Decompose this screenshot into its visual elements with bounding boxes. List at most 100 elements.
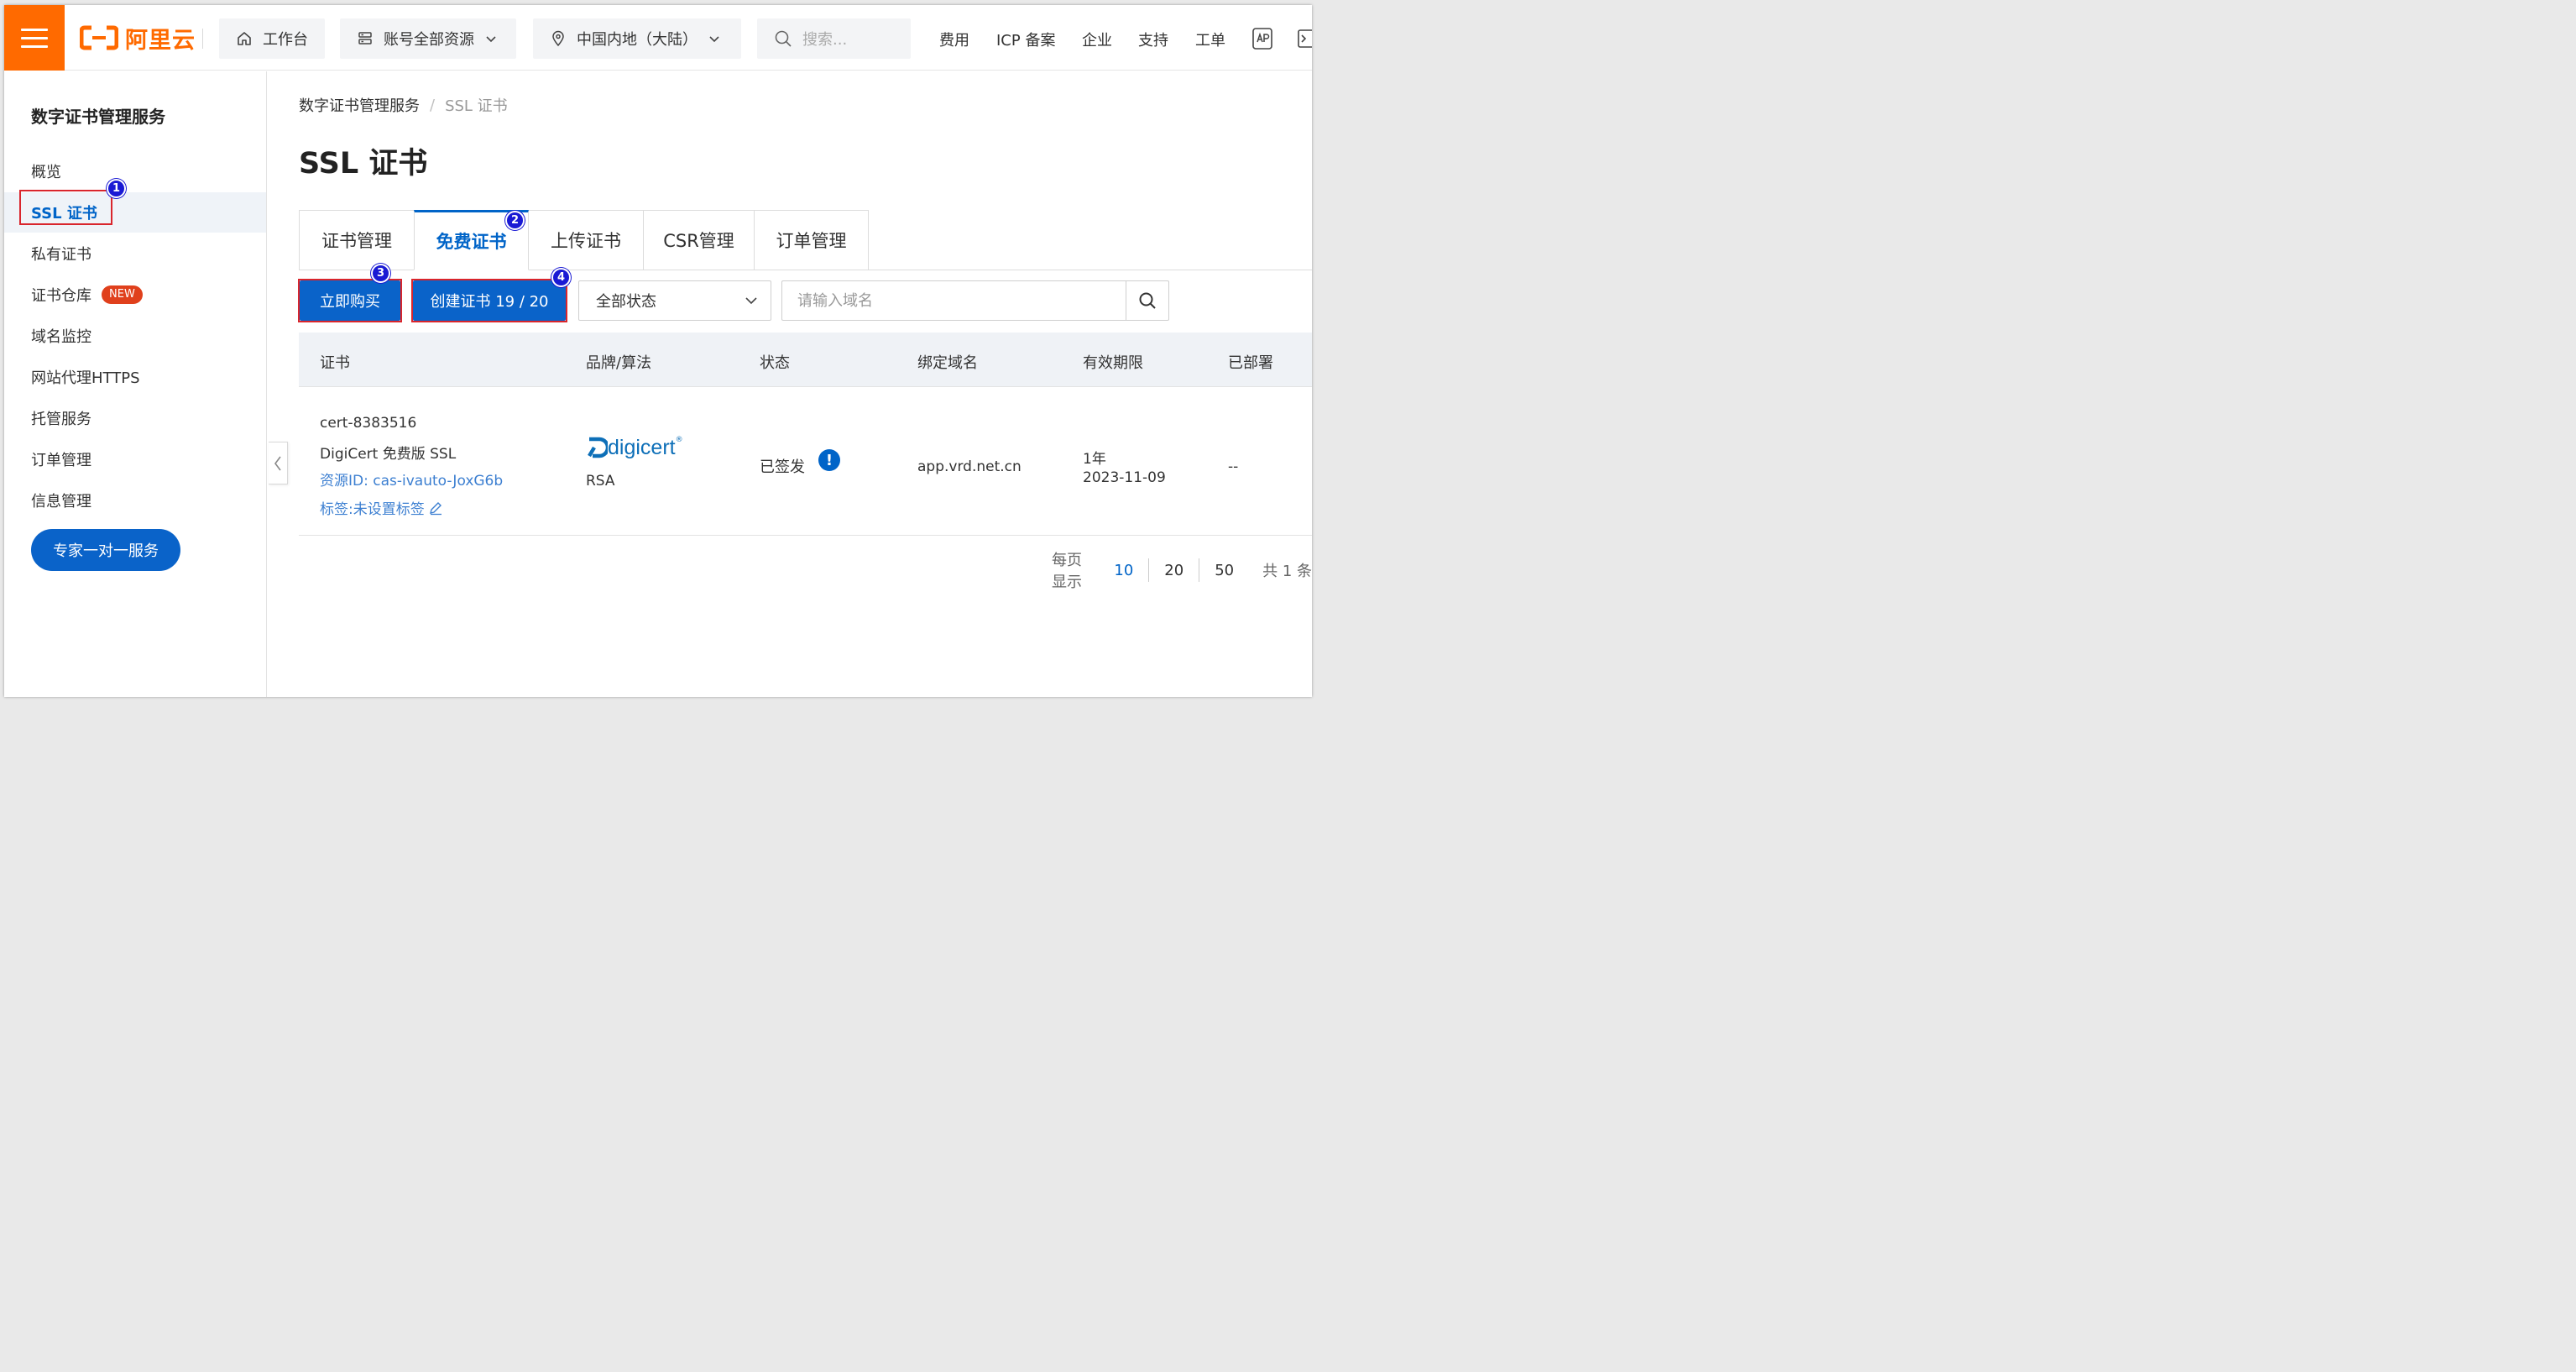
hamburger-menu-button[interactable] <box>4 5 65 71</box>
region-dropdown[interactable]: 中国内地（大陆） <box>533 18 741 59</box>
sidebar-item-certificate-repository[interactable]: 证书仓库 NEW <box>4 275 266 315</box>
chevron-down-icon <box>709 36 719 43</box>
app-icon[interactable] <box>1251 27 1273 50</box>
nav-support[interactable]: 支持 <box>1138 29 1168 50</box>
page-size-label: 每页显示 <box>1052 552 1082 591</box>
tab-upload-certificate[interactable]: 上传证书 <box>528 210 644 270</box>
home-icon <box>238 32 251 45</box>
column-header-brand: 品牌/算法 <box>586 354 652 372</box>
bound-domain: app.vrd.net.cn <box>917 458 1022 475</box>
nav-icp[interactable]: ICP 备案 <box>996 29 1055 50</box>
breadcrumb: 数字证书管理服务 / SSL 证书 <box>299 94 508 116</box>
resources-dropdown[interactable]: 账号全部资源 <box>340 18 516 59</box>
pagination: 每页显示 10 20 50 共 1 条 <box>1052 552 1312 591</box>
step-marker-4: 4 <box>551 268 571 287</box>
tab-certificate-management[interactable]: 证书管理 <box>299 210 415 270</box>
status-info-icon[interactable]: ! <box>818 449 840 471</box>
aliyun-logo[interactable]: 阿里云 <box>80 24 196 54</box>
sidebar-title: 数字证书管理服务 <box>31 107 165 127</box>
page-size-20[interactable]: 20 <box>1148 558 1199 582</box>
resources-label: 账号全部资源 <box>384 31 474 49</box>
sidebar-item-label: 信息管理 <box>31 493 91 511</box>
sidebar-item-order-management[interactable]: 订单管理 <box>4 439 266 479</box>
workbench-label: 工作台 <box>263 31 308 49</box>
location-pin-icon <box>552 30 564 47</box>
cert-name: DigiCert 免费版 SSL <box>320 446 457 463</box>
console-window: 阿里云 工作台 账号全部资源 中国内地（大陆） 搜索... 费用 ICP 备案 … <box>4 5 1312 697</box>
step-marker-3: 3 <box>371 264 390 283</box>
step-marker-1: 1 <box>107 179 126 198</box>
sidebar-collapse-handle[interactable] <box>269 442 288 484</box>
nav-ticket[interactable]: 工单 <box>1195 29 1225 50</box>
terminal-icon[interactable] <box>1297 29 1312 49</box>
sidebar-item-label: 订单管理 <box>31 452 91 469</box>
sidebar-item-label: 托管服务 <box>31 411 91 428</box>
menu-line <box>21 28 48 31</box>
sidebar-item-label: 证书仓库 <box>31 287 91 305</box>
menu-line <box>21 36 48 39</box>
search-icon <box>1139 292 1156 309</box>
sidebar-item-overview[interactable]: 概览 <box>4 151 266 191</box>
status-text: 已签发 <box>760 458 805 476</box>
domain-search-button[interactable] <box>1126 280 1169 321</box>
sidebar-item-label: 域名监控 <box>31 328 91 346</box>
aliyun-logo-icon <box>80 25 118 50</box>
top-navigation-bar: 阿里云 工作台 账号全部资源 中国内地（大陆） 搜索... 费用 ICP 备案 … <box>4 5 1312 71</box>
region-label: 中国内地（大陆） <box>577 31 698 49</box>
table-header: 证书 品牌/算法 状态 绑定域名 有效期限 已部署 <box>299 333 1312 387</box>
sidebar-item-label: 概览 <box>31 164 61 181</box>
deployed-value: -- <box>1228 458 1239 475</box>
logo-text: 阿里云 <box>125 27 196 54</box>
trademark-symbol: ® <box>675 436 683 444</box>
breadcrumb-separator: / <box>430 96 436 114</box>
column-header-certificate: 证书 <box>320 354 350 372</box>
divider <box>202 29 203 49</box>
page-size-50[interactable]: 50 <box>1199 558 1249 582</box>
tab-order-management[interactable]: 订单管理 <box>754 210 869 270</box>
column-header-domain: 绑定域名 <box>917 354 978 372</box>
sidebar-item-private-certificates[interactable]: 私有证书 <box>4 233 266 274</box>
global-search-input[interactable]: 搜索... <box>757 18 911 59</box>
status-filter-select[interactable]: 全部状态 <box>578 280 771 321</box>
digicert-logo-mark <box>588 437 608 458</box>
sidebar-item-label: 私有证书 <box>31 246 91 264</box>
chevron-left-icon <box>274 456 281 470</box>
tags-label: 标签:未设置标签 <box>320 501 425 518</box>
search-placeholder: 搜索... <box>802 31 848 49</box>
sidebar-item-domain-monitoring[interactable]: 域名监控 <box>4 316 266 356</box>
page-size-10[interactable]: 10 <box>1099 558 1148 582</box>
expert-service-button[interactable]: 专家一对一服务 <box>31 529 180 571</box>
sidebar-item-info-management[interactable]: 信息管理 <box>4 480 266 521</box>
status-filter-value: 全部状态 <box>596 293 656 311</box>
column-header-status: 状态 <box>760 354 790 372</box>
highlight-box-create <box>411 279 567 322</box>
domain-search-input[interactable] <box>781 280 1126 321</box>
sidebar-item-managed-service[interactable]: 托管服务 <box>4 398 266 438</box>
digicert-logo: digicert ® <box>586 436 683 459</box>
chevron-down-icon <box>486 36 496 43</box>
search-icon <box>775 30 792 47</box>
resource-id-link[interactable]: 资源ID: cas-ivauto-JoxG6b <box>320 469 503 490</box>
nav-enterprise[interactable]: 企业 <box>1082 29 1112 50</box>
sidebar-item-https-proxy[interactable]: 网站代理HTTPS <box>4 357 266 397</box>
total-count: 共 1 条 <box>1262 563 1312 580</box>
tab-csr-management[interactable]: CSR管理 <box>643 210 755 270</box>
expiry-date: 2023-11-09 <box>1083 469 1166 486</box>
breadcrumb-current: SSL 证书 <box>445 97 508 115</box>
workbench-button[interactable]: 工作台 <box>219 18 325 59</box>
column-header-validity: 有效期限 <box>1083 354 1143 372</box>
nav-billing[interactable]: 费用 <box>939 29 969 50</box>
highlight-box-buy <box>298 279 402 322</box>
tags-edit-link[interactable]: 标签:未设置标签 <box>320 497 443 518</box>
validity-period: 1年 <box>1083 451 1106 468</box>
table-row: cert-8383516 DigiCert 免费版 SSL 资源ID: cas-… <box>299 387 1312 536</box>
highlight-box-ssl <box>19 190 112 225</box>
cert-id: cert-8383516 <box>320 415 417 432</box>
server-icon <box>358 32 372 45</box>
breadcrumb-root[interactable]: 数字证书管理服务 <box>299 94 420 116</box>
menu-line <box>21 45 48 48</box>
algorithm: RSA <box>586 473 615 490</box>
page-title: SSL 证书 <box>299 147 428 181</box>
digicert-logo-text: digicert <box>608 436 676 459</box>
sidebar: 数字证书管理服务 概览 SSL 证书 私有证书 证书仓库 NEW 域名监控 网站… <box>4 71 267 697</box>
